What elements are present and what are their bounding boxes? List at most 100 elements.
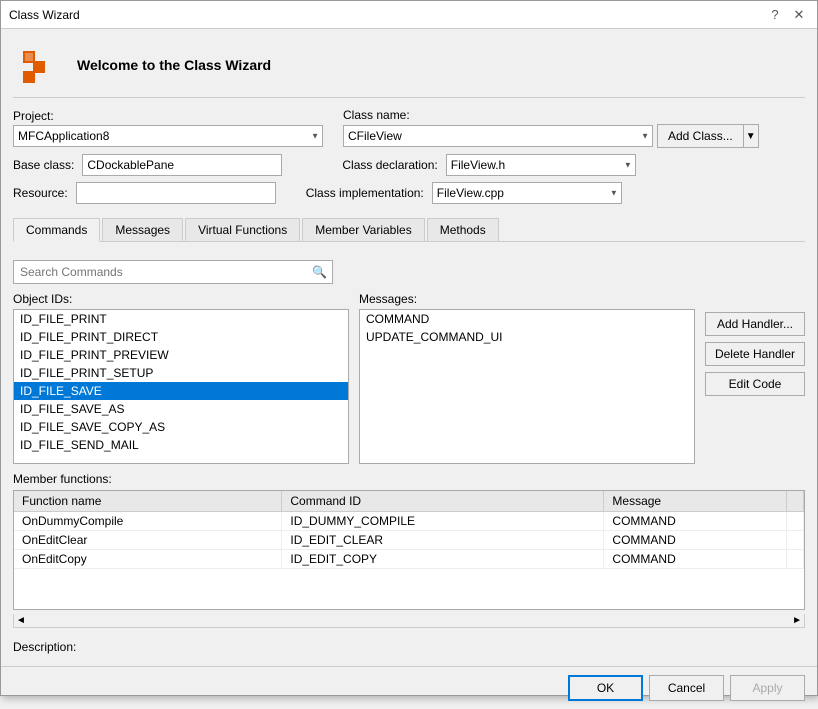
wizard-logo-icon [15,43,59,87]
delete-handler-button[interactable]: Delete Handler [705,342,805,366]
classname-select[interactable]: CFileView [343,125,653,147]
tab-methods[interactable]: Methods [427,218,499,241]
add-class-dropdown-arrow[interactable]: ▼ [743,124,759,148]
title-bar: Class Wizard ? ✕ [1,1,817,29]
member-functions-table[interactable]: Function name Command ID Message OnDummy… [13,490,805,610]
close-button[interactable]: ✕ [789,5,809,25]
table-row[interactable]: OnDummyCompile ID_DUMMY_COMPILE COMMAND [14,512,804,531]
project-select-wrapper: MFCApplication8 [13,125,323,147]
add-class-button-group: Add Class... ▼ [657,124,759,148]
cell-message: COMMAND [604,550,787,569]
scroll-placeholder [787,491,804,512]
base-decl-row: Base class: Class declaration: FileView.… [13,154,805,176]
cell-function-name: OnDummyCompile [14,512,282,531]
cell-command-id: ID_EDIT_CLEAR [282,531,604,550]
cell-function-name: OnEditClear [14,531,282,550]
project-classname-row: Project: MFCApplication8 Class name: CFi… [13,108,805,148]
member-table-body: OnDummyCompile ID_DUMMY_COMPILE COMMAND … [14,512,804,569]
cell-scroll [787,512,804,531]
object-ids-label: Object IDs: [13,292,349,306]
cancel-button[interactable]: Cancel [649,675,724,701]
messages-listbox[interactable]: COMMAND UPDATE_COMMAND_UI [359,309,695,464]
list-item[interactable]: ID_FILE_PRINT_DIRECT [14,328,348,346]
project-select[interactable]: MFCApplication8 [13,125,323,147]
list-item-selected[interactable]: ID_FILE_SAVE [14,382,348,400]
ok-button[interactable]: OK [568,675,643,701]
classname-input-row: CFileView Add Class... ▼ [343,124,759,148]
classname-field: Class name: CFileView Add Class... ▼ [343,108,759,148]
resource-field: Resource: [13,182,276,204]
messages-panel: Messages: COMMAND UPDATE_COMMAND_UI [359,292,695,464]
classname-label: Class name: [343,108,759,122]
classname-select-wrapper: CFileView [343,125,653,147]
col-message: Message [604,491,787,512]
search-row: 🔍 [13,260,805,284]
class-decl-field: Class declaration: FileView.h [342,154,635,176]
base-class-input[interactable] [82,154,282,176]
help-button[interactable]: ? [765,5,785,25]
list-item[interactable]: ID_FILE_SAVE_AS [14,400,348,418]
class-decl-select[interactable]: FileView.h [446,154,636,176]
class-decl-label: Class declaration: [342,158,437,172]
class-impl-select[interactable]: FileView.cpp [432,182,622,204]
cell-scroll [787,531,804,550]
table-row[interactable]: OnEditCopy ID_EDIT_COPY COMMAND [14,550,804,569]
handler-buttons: Add Handler... Delete Handler Edit Code [705,292,805,396]
scroll-left-arrow[interactable]: ◄ [16,615,26,626]
tab-messages[interactable]: Messages [102,218,183,241]
list-item[interactable]: ID_FILE_PRINT_SETUP [14,364,348,382]
class-impl-label: Class implementation: [306,186,424,200]
cell-function-name: OnEditCopy [14,550,282,569]
list-item[interactable]: ID_FILE_SAVE_COPY_AS [14,418,348,436]
tab-bar: Commands Messages Virtual Functions Memb… [13,218,805,242]
project-label: Project: [13,109,323,123]
list-item[interactable]: ID_FILE_PRINT [14,310,348,328]
object-ids-listbox[interactable]: ID_FILE_PRINT ID_FILE_PRINT_DIRECT ID_FI… [13,309,349,464]
col-function-name: Function name [14,491,282,512]
wizard-icon [13,41,61,89]
member-table-content: Function name Command ID Message OnDummy… [14,491,804,569]
table-header-row: Function name Command ID Message [14,491,804,512]
header-section: Welcome to the Class Wizard [13,41,805,98]
cell-message: COMMAND [604,512,787,531]
cell-message: COMMAND [604,531,787,550]
apply-button[interactable]: Apply [730,675,805,701]
class-impl-field: Class implementation: FileView.cpp [306,182,622,204]
commands-panels: Object IDs: ID_FILE_PRINT ID_FILE_PRINT_… [13,292,805,464]
commands-tab-content: 🔍 Object IDs: ID_FILE_PRINT ID_FILE_PRIN… [13,252,805,654]
form-fields: Project: MFCApplication8 Class name: CFi… [13,108,805,204]
add-handler-button[interactable]: Add Handler... [705,312,805,336]
member-functions-label: Member functions: [13,472,805,486]
search-input[interactable] [13,260,333,284]
project-field: Project: MFCApplication8 [13,109,323,147]
resource-input[interactable] [76,182,276,204]
horizontal-scrollbar[interactable]: ◄ ► [13,614,805,628]
cell-command-id: ID_EDIT_COPY [282,550,604,569]
tab-commands[interactable]: Commands [13,218,100,242]
edit-code-button[interactable]: Edit Code [705,372,805,396]
tab-member-variables[interactable]: Member Variables [302,218,424,241]
tab-virtual-functions[interactable]: Virtual Functions [185,218,300,241]
member-table-header: Function name Command ID Message [14,491,804,512]
resource-label: Resource: [13,186,68,200]
member-functions-section: Member functions: Function name Command … [13,472,805,628]
description-row: Description: [13,640,805,654]
table-row[interactable]: OnEditClear ID_EDIT_CLEAR COMMAND [14,531,804,550]
base-class-label: Base class: [13,158,74,172]
add-class-button[interactable]: Add Class... [657,124,743,148]
class-impl-select-wrapper: FileView.cpp [432,182,622,204]
cell-command-id: ID_DUMMY_COMPILE [282,512,604,531]
list-item[interactable]: ID_FILE_SEND_MAIL [14,436,348,454]
window-title: Class Wizard [9,8,80,22]
title-bar-right: ? ✕ [765,5,809,25]
class-decl-select-wrapper: FileView.h [446,154,636,176]
list-item[interactable]: ID_FILE_PRINT_PREVIEW [14,346,348,364]
scroll-right-arrow[interactable]: ► [792,615,802,626]
list-item[interactable]: COMMAND [360,310,694,328]
resource-impl-row: Resource: Class implementation: FileView… [13,182,805,204]
content-area: Welcome to the Class Wizard Project: MFC… [1,29,817,666]
search-wrapper: 🔍 [13,260,333,284]
base-class-field: Base class: [13,154,282,176]
cell-scroll [787,550,804,569]
list-item[interactable]: UPDATE_COMMAND_UI [360,328,694,346]
